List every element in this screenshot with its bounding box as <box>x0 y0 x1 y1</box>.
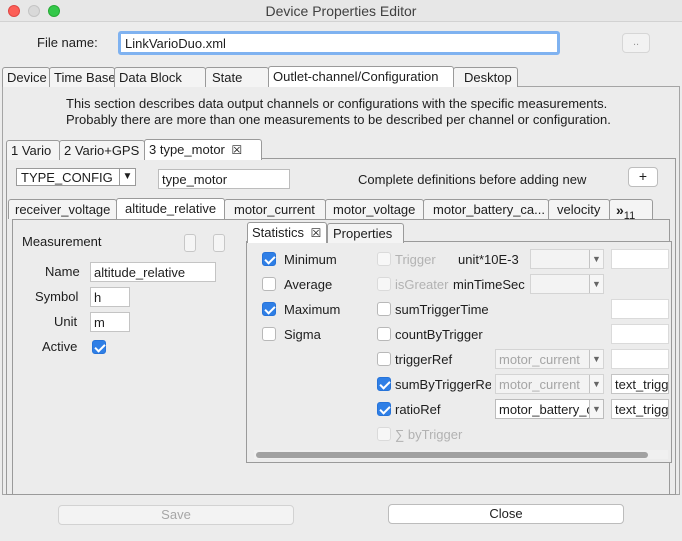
sigma-checkbox[interactable] <box>262 327 276 341</box>
measurement-section-label: Measurement <box>22 234 102 249</box>
unit-factor-label: unit*10E-3 <box>458 252 519 267</box>
trigger-level-input[interactable] <box>611 249 669 269</box>
tab-statistics-label: Statistics <box>252 225 305 240</box>
tab-channel-3-label: 3 type_motor <box>149 142 225 157</box>
trigger-ref-text-input[interactable] <box>611 349 669 369</box>
active-checkbox[interactable] <box>92 340 106 354</box>
config-type-value: TYPE_CONFIG <box>21 170 113 185</box>
count-by-trigger-text-input[interactable] <box>611 324 669 344</box>
tab-desktop[interactable]: Desktop <box>453 67 518 87</box>
sum-by-trigger-ref-combo-value: motor_current <box>499 377 580 392</box>
ratio-ref-label: ratioRef <box>395 402 441 417</box>
maximum-label: Maximum <box>284 302 341 317</box>
tab-altitude-relative[interactable]: altitude_relative <box>116 198 225 219</box>
browse-button[interactable]: .. <box>622 33 650 53</box>
config-name-input[interactable]: type_motor <box>158 169 290 189</box>
measurement-symbol-input[interactable]: h <box>90 287 130 307</box>
description-line-1: This section describes data output chann… <box>66 96 608 111</box>
description-line-2: Probably there are more than one measure… <box>66 112 611 127</box>
complete-definitions-hint: Complete definitions before adding new <box>358 172 587 187</box>
trigger-checkbox[interactable] <box>377 252 391 266</box>
symbol-label: Symbol <box>35 289 79 304</box>
title-bar: Device Properties Editor <box>0 0 682 22</box>
chevron-down-icon: ▼ <box>119 169 135 185</box>
count-by-trigger-label: countByTrigger <box>395 327 483 342</box>
trigger-level-combo[interactable]: ▼ <box>530 249 604 269</box>
sum-by-trigger-ref-label: sumByTriggerRef <box>395 377 491 392</box>
save-button[interactable]: Save <box>58 505 294 525</box>
file-name-label: File name: <box>37 35 98 50</box>
tab-receiver-voltage[interactable]: receiver_voltage <box>8 199 117 219</box>
sigma-by-trigger-checkbox[interactable] <box>377 427 391 441</box>
average-label: Average <box>284 277 333 292</box>
min-time-sec-label: minTimeSec <box>453 277 525 292</box>
chevron-down-icon: ▼ <box>589 350 603 368</box>
tab-channel-1-vario[interactable]: 1 Vario <box>6 140 60 160</box>
tab-motor-voltage[interactable]: motor_voltage <box>325 199 424 219</box>
minimum-label: Minimum <box>284 252 337 267</box>
tab-data-block[interactable]: Data Block <box>114 67 206 87</box>
sum-trigger-time-checkbox[interactable] <box>377 302 391 316</box>
chevron-down-icon: ▼ <box>589 250 603 268</box>
is-greater-checkbox[interactable] <box>377 277 391 291</box>
tab-channel-2-vario-gps[interactable]: 2 Vario+GPS <box>59 140 145 160</box>
spinner-up-control[interactable] <box>184 234 196 252</box>
tab-motor-battery-capacity[interactable]: motor_battery_ca... <box>423 199 549 219</box>
window-title: Device Properties Editor <box>265 3 417 19</box>
close-button[interactable]: Close <box>388 504 624 524</box>
file-name-input[interactable]: LinkVarioDuo.xml <box>118 31 560 55</box>
trigger-ref-combo-value: motor_current <box>499 352 580 367</box>
minimum-checkbox[interactable] <box>262 252 276 266</box>
tab-channel-3-type-motor[interactable]: 3 type_motor ☒ <box>144 139 262 160</box>
unit-label: Unit <box>54 314 78 329</box>
measurement-unit-input[interactable]: m <box>90 312 130 332</box>
overflow-count: 11 <box>623 210 636 222</box>
measurement-name-input[interactable]: altitude_relative <box>90 262 216 282</box>
ratio-ref-checkbox[interactable] <box>377 402 391 416</box>
sigma-by-trigger-label: ∑ byTrigger <box>395 427 463 442</box>
average-checkbox[interactable] <box>262 277 276 291</box>
tab-time-base[interactable]: Time Base <box>49 67 116 87</box>
min-time-sec-combo[interactable]: ▼ <box>530 274 604 294</box>
sigma-label: Sigma <box>284 327 321 342</box>
sum-by-trigger-ref-combo[interactable]: motor_current ▼ <box>495 374 604 394</box>
maximum-checkbox[interactable] <box>262 302 276 316</box>
tab-outlet-channel-configuration[interactable]: Outlet-channel/Configuration <box>268 66 454 87</box>
tab-motor-current[interactable]: motor_current <box>224 199 326 219</box>
active-label: Active <box>42 339 78 354</box>
sum-trigger-time-label: sumTriggerTime <box>395 302 489 317</box>
config-type-select[interactable]: TYPE_CONFIG ▼ <box>16 168 136 186</box>
spinner-down-control[interactable] <box>213 234 225 252</box>
tab-overflow-more[interactable]: »11 <box>609 199 653 222</box>
chevron-down-icon: ▼ <box>589 400 603 418</box>
trigger-label: Trigger <box>395 252 436 267</box>
scrollbar-thumb[interactable] <box>256 452 648 458</box>
name-label: Name <box>45 264 80 279</box>
close-tab-icon[interactable]: ☒ <box>232 143 243 157</box>
trigger-ref-label: triggerRef <box>395 352 453 367</box>
close-tab-icon[interactable]: ☒ <box>311 226 322 240</box>
ratio-ref-text-input[interactable]: text_trigger <box>611 399 669 419</box>
sum-by-trigger-ref-text-input[interactable]: text_trigger <box>611 374 669 394</box>
add-configuration-button[interactable]: + <box>628 167 658 187</box>
sum-trigger-time-text-input[interactable] <box>611 299 669 319</box>
chevron-down-icon: ▼ <box>589 275 603 293</box>
count-by-trigger-checkbox[interactable] <box>377 327 391 341</box>
double-chevron-right-icon: » <box>616 202 624 218</box>
tab-velocity[interactable]: velocity <box>548 199 610 219</box>
is-greater-label: isGreater <box>395 277 449 292</box>
tab-statistics[interactable]: Statistics ☒ <box>247 222 327 243</box>
trigger-ref-combo[interactable]: motor_current ▼ <box>495 349 604 369</box>
sum-by-trigger-ref-checkbox[interactable] <box>377 377 391 391</box>
tab-properties[interactable]: Properties <box>327 223 404 243</box>
ratio-ref-combo-value: motor_battery_c <box>499 402 593 417</box>
tab-state[interactable]: State <box>205 67 269 87</box>
chevron-down-icon: ▼ <box>589 375 603 393</box>
tab-device[interactable]: Device <box>2 67 50 87</box>
ratio-ref-combo[interactable]: motor_battery_c ▼ <box>495 399 604 419</box>
trigger-ref-checkbox[interactable] <box>377 352 391 366</box>
